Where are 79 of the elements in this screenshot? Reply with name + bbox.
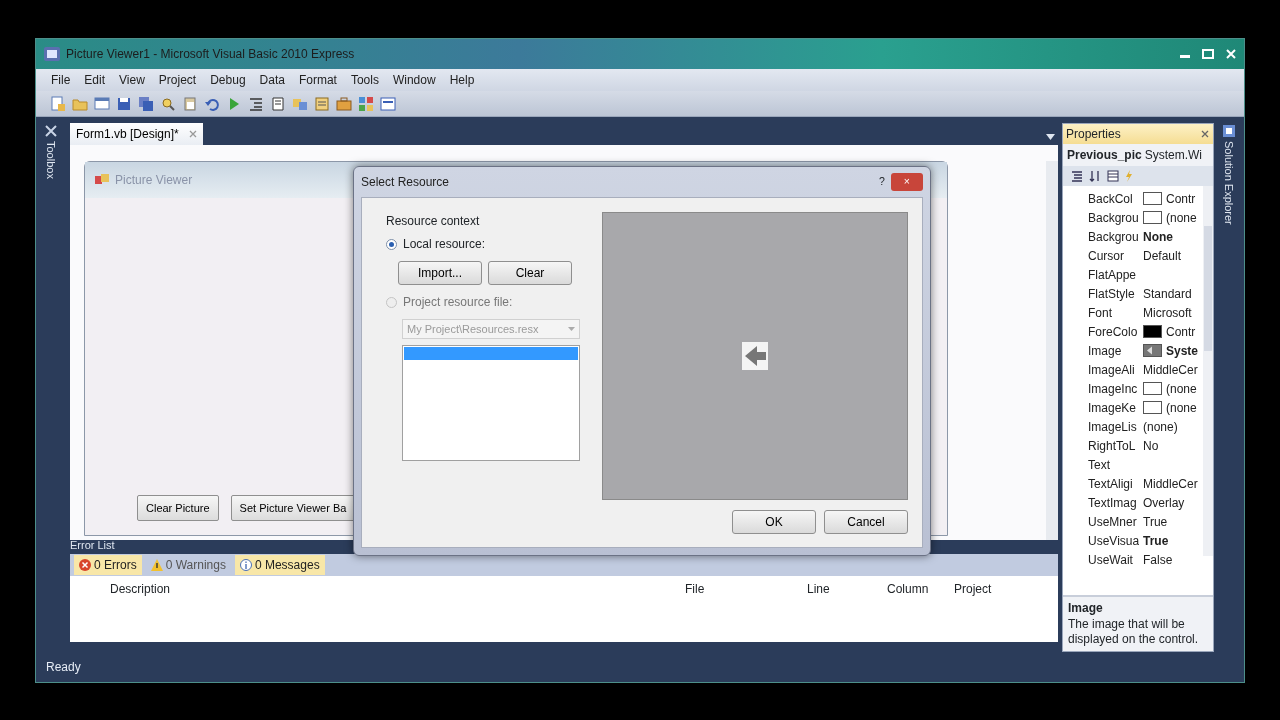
property-name[interactable]: UseWait <box>1088 550 1139 569</box>
menu-item[interactable]: Project <box>151 71 204 89</box>
menu-item[interactable]: Tools <box>343 71 386 89</box>
form-button[interactable]: Set Picture Viewer Ba <box>230 494 356 521</box>
property-value[interactable]: (none) <box>1143 417 1178 436</box>
property-name[interactable]: FlatStyle <box>1088 284 1139 303</box>
property-name[interactable]: Text <box>1088 455 1139 474</box>
help-button[interactable]: ? <box>873 174 891 190</box>
column-header[interactable]: Column <box>887 580 954 598</box>
form-title: Picture Viewer <box>115 172 193 189</box>
property-name[interactable]: Backgrou <box>1088 227 1139 246</box>
property-value[interactable]: Overlay <box>1143 493 1185 512</box>
property-name[interactable]: ImageAli <box>1088 360 1139 379</box>
property-value[interactable]: True <box>1143 531 1169 550</box>
toolbox-tab[interactable]: Toolbox <box>42 141 60 179</box>
property-name[interactable]: RightToL <box>1088 436 1139 455</box>
status-text: Ready <box>46 659 81 676</box>
menu-item[interactable]: Format <box>291 71 344 89</box>
solution-explorer-tab[interactable]: Solution Explorer <box>1220 141 1238 225</box>
property-value[interactable]: (none <box>1166 379 1197 398</box>
menu-item[interactable]: File <box>44 71 78 89</box>
menu-item[interactable]: Debug <box>203 71 253 89</box>
property-name[interactable]: Backgrou <box>1088 208 1139 227</box>
property-name[interactable]: ForeColo <box>1088 322 1139 341</box>
property-name[interactable]: ImageKe <box>1088 398 1139 417</box>
group-label: Resource context <box>386 213 481 230</box>
property-value[interactable]: Contr <box>1166 189 1196 208</box>
column-header[interactable]: Line <box>807 580 887 598</box>
property-value[interactable]: (none <box>1166 208 1197 227</box>
panel-title: Properties <box>1066 126 1122 143</box>
property-value[interactable]: Syste <box>1166 341 1199 360</box>
property-name[interactable]: UseMner <box>1088 512 1139 531</box>
description-text: The image that will be displayed on the control. <box>1068 616 1200 648</box>
menu-item[interactable]: Edit <box>77 71 113 89</box>
menu-item[interactable]: Window <box>385 71 443 89</box>
property-name[interactable]: ImageInc <box>1088 379 1139 398</box>
property-name[interactable]: UseVisua <box>1088 531 1139 550</box>
menu-item[interactable]: Help <box>442 71 482 89</box>
dialog-button[interactable]: OK <box>732 510 816 534</box>
property-name[interactable]: ImageLis <box>1088 417 1139 436</box>
dialog-title: Select Resource <box>361 174 451 191</box>
property-name[interactable]: TextImag <box>1088 493 1139 512</box>
property-value[interactable]: True <box>1143 512 1168 531</box>
close-button[interactable]: × <box>890 173 923 191</box>
property-value[interactable]: Standard <box>1143 284 1192 303</box>
property-name[interactable]: Image <box>1088 341 1139 360</box>
column-header[interactable]: File <box>685 580 807 598</box>
property-value[interactable]: MiddleCer <box>1143 474 1198 493</box>
dialog-button[interactable]: Import... <box>398 261 482 285</box>
document-tab[interactable]: Form1.vb [Design]* <box>70 123 203 145</box>
radio-label: Local resource: <box>403 236 486 253</box>
column-header[interactable]: Project <box>954 580 1034 598</box>
description-title: Image <box>1068 601 1104 617</box>
property-value[interactable]: False <box>1143 550 1173 569</box>
property-name[interactable]: Font <box>1088 303 1139 322</box>
property-name[interactable]: TextAligi <box>1088 474 1139 493</box>
property-value[interactable]: MiddleCer <box>1143 360 1198 379</box>
property-value[interactable]: None <box>1143 227 1173 246</box>
window-title: Picture Viewer1 - Microsoft Visual Basic 2010 Express <box>66 46 356 63</box>
filter-button[interactable]: 0 Messages <box>234 555 325 575</box>
property-value[interactable]: No <box>1143 436 1159 455</box>
form-button[interactable]: Clear Picture <box>137 494 219 521</box>
menu-item[interactable]: Data <box>252 71 292 89</box>
property-value[interactable]: Microsoft <box>1143 303 1192 322</box>
property-value[interactable]: Default <box>1143 246 1182 265</box>
filter-button[interactable]: 0 Errors <box>74 555 142 575</box>
menu-item[interactable]: View <box>112 71 152 89</box>
property-value[interactable]: (none <box>1166 398 1197 417</box>
column-header[interactable]: Description <box>110 580 685 598</box>
dialog-button[interactable]: Clear <box>488 261 572 285</box>
property-name[interactable]: FlatAppe <box>1088 265 1139 284</box>
filter-button[interactable]: 0 Warnings <box>145 555 231 575</box>
property-name[interactable]: Cursor <box>1088 246 1139 265</box>
property-value[interactable]: Contr <box>1166 322 1196 341</box>
radio-label: Project resource file: <box>403 294 513 311</box>
property-name[interactable]: BackCol <box>1088 189 1139 208</box>
dialog-button[interactable]: Cancel <box>824 510 908 534</box>
panel-title: Error List <box>70 537 115 553</box>
object-selector[interactable]: Previous_pic System.Wi <box>1063 144 1213 166</box>
